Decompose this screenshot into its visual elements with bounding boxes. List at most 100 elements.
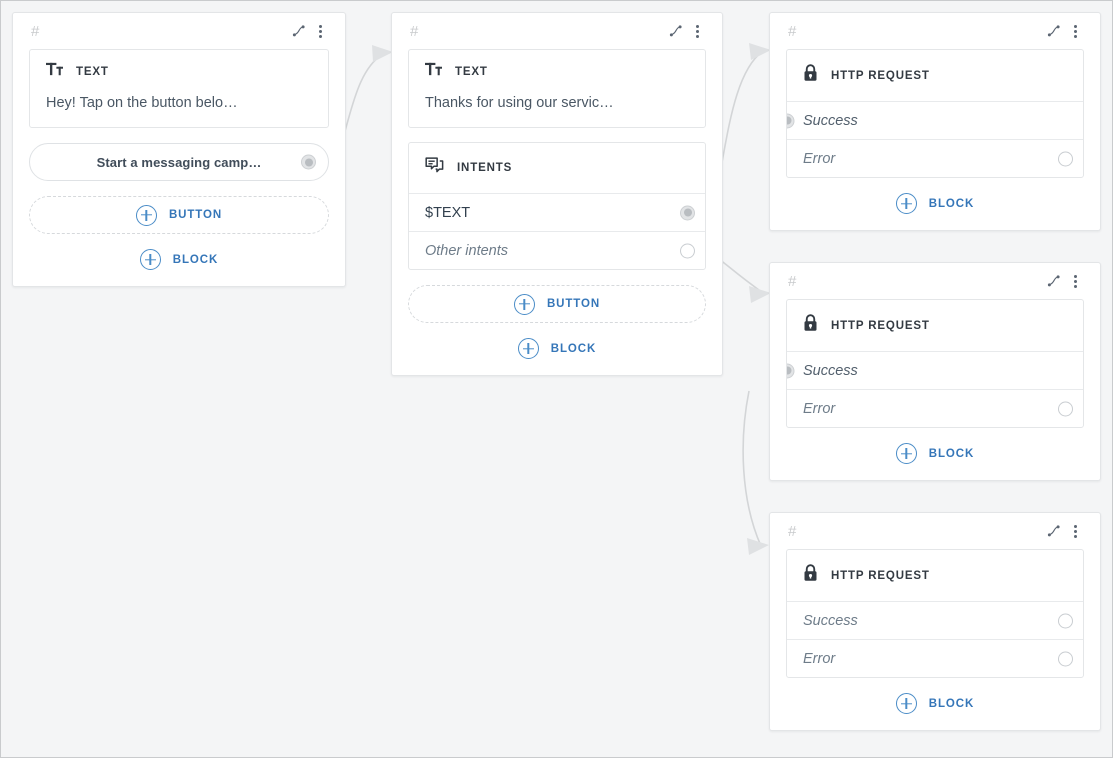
intent-row[interactable]: $TEXT	[409, 193, 705, 231]
block-http-request[interactable]: HTTP REQUEST Success Error	[786, 549, 1084, 678]
flow-card-http-2[interactable]: #	[769, 262, 1101, 481]
add-block-button[interactable]: BLOCK	[786, 443, 1084, 464]
card-header: #	[392, 13, 722, 49]
add-block-label: BLOCK	[173, 254, 218, 266]
plus-icon	[140, 249, 161, 270]
connector-icon[interactable]	[1042, 20, 1064, 42]
more-dots	[1074, 275, 1077, 288]
text-format-icon	[46, 62, 63, 81]
plus-icon	[136, 205, 157, 226]
block-title: HTTP REQUEST	[831, 320, 930, 332]
block-header: HTTP REQUEST	[787, 550, 1083, 601]
card-hash-label: #	[788, 23, 797, 40]
card-hash-label: #	[31, 23, 40, 40]
plus-icon	[896, 693, 917, 714]
flow-card-text-intents[interactable]: #	[391, 12, 723, 376]
wire-arrow-1	[372, 45, 393, 62]
add-button-button[interactable]: BUTTON	[29, 196, 329, 234]
error-output-port[interactable]	[1058, 651, 1073, 666]
success-input-port[interactable]	[786, 363, 795, 378]
add-button-button[interactable]: BUTTON	[408, 285, 706, 323]
more-vertical-icon[interactable]	[1064, 270, 1086, 292]
block-http-request[interactable]: HTTP REQUEST Success Error	[786, 299, 1084, 428]
more-dots	[1074, 25, 1077, 38]
http-success-row[interactable]: Success	[787, 601, 1083, 639]
more-vertical-icon[interactable]	[1064, 520, 1086, 542]
flow-card-text-start[interactable]: #	[12, 12, 346, 287]
wire-arrow-3	[749, 286, 771, 303]
block-header: TEXT	[409, 50, 705, 93]
intent-label: $TEXT	[425, 205, 470, 221]
intent-row[interactable]: Other intents	[409, 231, 705, 269]
block-header: HTTP REQUEST	[787, 300, 1083, 351]
card-hash-label: #	[788, 523, 797, 540]
success-output-port[interactable]	[1058, 613, 1073, 628]
block-intents[interactable]: INTENTS $TEXT Other intents	[408, 142, 706, 270]
connector-icon[interactable]	[1042, 520, 1064, 542]
more-vertical-icon[interactable]	[1064, 20, 1086, 42]
connector-icon[interactable]	[1042, 270, 1064, 292]
quick-reply-label: Start a messaging camp…	[97, 155, 262, 170]
http-error-row[interactable]: Error	[787, 389, 1083, 427]
http-row-label: Error	[803, 151, 835, 167]
add-block-label: BLOCK	[929, 448, 974, 460]
block-title: HTTP REQUEST	[831, 70, 930, 82]
quick-reply-output-port[interactable]	[301, 155, 316, 170]
error-output-port[interactable]	[1058, 401, 1073, 416]
block-title: TEXT	[455, 66, 488, 78]
wire-arrow-2	[749, 43, 771, 60]
card-body: HTTP REQUEST Success Error BLOCK	[770, 49, 1100, 230]
intents-icon	[425, 157, 444, 179]
block-header: TEXT	[30, 50, 328, 93]
add-block-button[interactable]: BLOCK	[29, 249, 329, 270]
http-success-row[interactable]: Success	[787, 101, 1083, 139]
card-header: #	[770, 263, 1100, 299]
http-success-row[interactable]: Success	[787, 351, 1083, 389]
card-hash-label: #	[410, 23, 419, 40]
lock-icon	[803, 64, 818, 87]
connector-icon[interactable]	[287, 20, 309, 42]
connector-icon[interactable]	[664, 20, 686, 42]
card-body: TEXT Thanks for using our servic… INTENT…	[392, 49, 722, 375]
card-body: HTTP REQUEST Success Error BLOCK	[770, 299, 1100, 480]
block-title: TEXT	[76, 66, 109, 78]
intent-label: Other intents	[425, 243, 508, 259]
plus-icon	[896, 443, 917, 464]
http-error-row[interactable]: Error	[787, 139, 1083, 177]
more-vertical-icon[interactable]	[686, 20, 708, 42]
intent-output-port[interactable]	[680, 243, 695, 258]
plus-icon	[514, 294, 535, 315]
intent-output-port[interactable]	[680, 205, 695, 220]
http-row-label: Success	[803, 613, 858, 629]
block-header: INTENTS	[409, 143, 705, 193]
error-output-port[interactable]	[1058, 151, 1073, 166]
wire-4	[743, 391, 761, 546]
block-text[interactable]: TEXT Thanks for using our servic…	[408, 49, 706, 128]
card-body: TEXT Hey! Tap on the button belo… Start …	[13, 49, 345, 286]
add-block-button[interactable]: BLOCK	[408, 338, 706, 359]
add-button-label: BUTTON	[169, 209, 222, 221]
add-block-button[interactable]: BLOCK	[786, 693, 1084, 714]
block-text-content: Thanks for using our servic…	[409, 93, 705, 127]
add-block-label: BLOCK	[929, 198, 974, 210]
more-dots	[319, 25, 322, 38]
block-http-request[interactable]: HTTP REQUEST Success Error	[786, 49, 1084, 178]
http-error-row[interactable]: Error	[787, 639, 1083, 677]
block-text[interactable]: TEXT Hey! Tap on the button belo…	[29, 49, 329, 128]
flow-card-http-3[interactable]: #	[769, 512, 1101, 731]
block-title: INTENTS	[457, 162, 512, 174]
block-title: HTTP REQUEST	[831, 570, 930, 582]
text-format-icon	[425, 62, 442, 81]
flow-canvas[interactable]: #	[0, 0, 1113, 758]
plus-icon	[896, 193, 917, 214]
quick-reply-button[interactable]: Start a messaging camp…	[29, 143, 329, 181]
add-button-label: BUTTON	[547, 298, 600, 310]
flow-card-http-1[interactable]: #	[769, 12, 1101, 231]
card-header: #	[770, 513, 1100, 549]
more-vertical-icon[interactable]	[309, 20, 331, 42]
success-input-port[interactable]	[786, 113, 795, 128]
lock-icon	[803, 314, 818, 337]
add-block-button[interactable]: BLOCK	[786, 193, 1084, 214]
block-header: HTTP REQUEST	[787, 50, 1083, 101]
http-row-label: Success	[803, 363, 858, 379]
